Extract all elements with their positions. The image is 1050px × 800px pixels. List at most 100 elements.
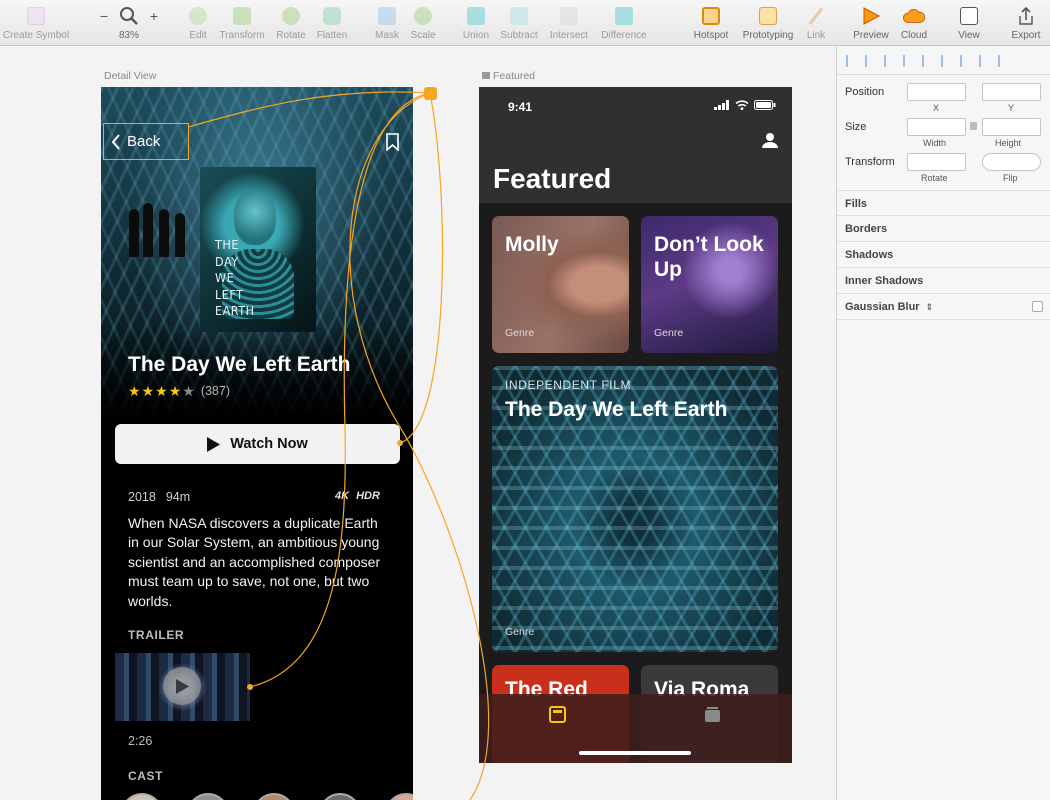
movie-title: The Day We Left Earth xyxy=(128,353,351,376)
scale-button[interactable]: Scale xyxy=(408,0,438,46)
cast-heading: CAST xyxy=(128,769,164,783)
shadows-section[interactable]: Shadows xyxy=(837,242,1050,268)
rotate-icon xyxy=(280,5,302,27)
subtract-button[interactable]: Subtract xyxy=(496,0,542,46)
watch-now-button[interactable]: Watch Now xyxy=(115,424,400,464)
status-time: 9:41 xyxy=(508,100,533,114)
featured-header: 9:41 Featured xyxy=(479,87,792,203)
difference-icon xyxy=(613,5,635,27)
align-middle-icon[interactable] xyxy=(922,54,935,67)
align-center-icon[interactable] xyxy=(865,54,878,67)
trailer-duration: 2:26 xyxy=(128,734,153,748)
star-icon: ★ xyxy=(155,383,168,399)
star-icon: ★ xyxy=(128,383,141,399)
position-label: Position xyxy=(845,86,885,98)
badge-hdr: HDR xyxy=(356,490,380,502)
gaussian-blur-section[interactable]: Gaussian Blur ⇕ xyxy=(837,294,1050,320)
trailer-thumbnail[interactable] xyxy=(115,653,250,721)
canvas[interactable]: Detail View Featured Back THE DAY WE LEF… xyxy=(0,47,836,800)
movie-poster: THE DAY WE LEFT EARTH xyxy=(200,167,316,332)
updown-chevron-icon[interactable]: ⇕ xyxy=(926,302,934,312)
borders-section[interactable]: Borders xyxy=(837,216,1050,242)
rating-count: (387) xyxy=(200,384,230,398)
star-icon: ★ xyxy=(141,383,155,399)
zoom-out-button[interactable]: − xyxy=(100,8,108,24)
cloud-button[interactable]: Cloud xyxy=(897,0,931,46)
wifi-icon xyxy=(735,100,749,110)
featured-artboard[interactable]: 9:41 Featured Molly Genre Don’t Look Up … xyxy=(479,87,792,763)
movie-card-featured[interactable]: INDEPENDENT FILM The Day We Left Earth G… xyxy=(492,366,778,652)
prototyping-button[interactable]: Prototyping xyxy=(738,0,798,46)
movie-card-dont-look-up[interactable]: Don’t Look Up Genre xyxy=(641,216,778,353)
flatten-button[interactable]: Flatten xyxy=(313,0,351,46)
status-bar-icons xyxy=(714,100,776,110)
create-symbol-button[interactable]: Create Symbol xyxy=(0,0,72,46)
zoom-in-button[interactable]: + xyxy=(150,8,158,24)
cast-avatar[interactable] xyxy=(187,793,229,800)
bookmark-icon[interactable] xyxy=(386,133,399,151)
format-badges: 4K HDR xyxy=(335,490,380,502)
edit-icon xyxy=(187,5,209,27)
tab-library-icon[interactable] xyxy=(704,706,721,723)
cast-avatar[interactable] xyxy=(385,793,413,800)
align-left-icon[interactable] xyxy=(846,54,859,67)
height-input[interactable] xyxy=(982,118,1041,136)
rotate-input[interactable] xyxy=(907,153,966,171)
distribute-vertical-icon[interactable] xyxy=(979,54,992,67)
rotate-button[interactable]: Rotate xyxy=(273,0,309,46)
position-x-input[interactable] xyxy=(907,83,966,101)
link-button[interactable]: Link xyxy=(804,0,828,46)
intersect-button[interactable]: Intersect xyxy=(546,0,592,46)
hotspot-icon xyxy=(700,5,722,27)
preview-button[interactable]: Preview xyxy=(851,0,891,46)
scale-icon xyxy=(412,5,434,27)
back-button[interactable]: Back xyxy=(103,123,189,160)
play-icon xyxy=(207,436,221,452)
trailer-heading: TRAILER xyxy=(128,628,185,642)
cast-avatar[interactable] xyxy=(319,793,361,800)
view-icon xyxy=(958,5,980,27)
inner-shadows-section[interactable]: Inner Shadows xyxy=(837,268,1050,294)
card-kicker: INDEPENDENT FILM xyxy=(505,378,632,392)
lock-icon[interactable] xyxy=(970,122,977,130)
tab-featured-icon[interactable] xyxy=(549,706,566,723)
preview-icon xyxy=(860,5,882,27)
artboard-label-detail[interactable]: Detail View xyxy=(104,70,156,82)
flip-control[interactable] xyxy=(982,153,1041,171)
profile-icon[interactable] xyxy=(762,132,778,148)
blur-checkbox[interactable] xyxy=(1032,301,1043,312)
align-extra-icon[interactable] xyxy=(998,54,1011,67)
subtract-icon xyxy=(508,5,530,27)
position-y-input[interactable] xyxy=(982,83,1041,101)
inspector-panel: Position X Y Size Width Height Transform… xyxy=(836,47,1050,800)
width-input[interactable] xyxy=(907,118,966,136)
cast-avatar[interactable] xyxy=(253,793,295,800)
alignment-toolbar xyxy=(837,47,1050,75)
align-right-icon[interactable] xyxy=(884,54,897,67)
intersect-icon xyxy=(558,5,580,27)
view-button[interactable]: View xyxy=(954,0,984,46)
detail-view-artboard[interactable]: Back THE DAY WE LEFT EARTH The Day We Le… xyxy=(101,87,413,800)
edit-button[interactable]: Edit xyxy=(183,0,213,46)
fills-section[interactable]: Fills xyxy=(837,190,1050,216)
export-icon xyxy=(1015,5,1037,27)
artboard-label-featured[interactable]: Featured xyxy=(482,70,535,82)
flag-icon xyxy=(482,72,490,79)
union-icon xyxy=(465,5,487,27)
link-icon xyxy=(805,5,827,27)
export-button[interactable]: Export xyxy=(1008,0,1044,46)
movie-card-molly[interactable]: Molly Genre xyxy=(492,216,629,353)
union-button[interactable]: Union xyxy=(460,0,492,46)
zoom-control[interactable]: − + 83% xyxy=(100,0,158,46)
difference-button[interactable]: Difference xyxy=(598,0,650,46)
release-year: 2018 xyxy=(128,490,156,504)
align-top-icon[interactable] xyxy=(903,54,916,67)
transform-button[interactable]: Transform xyxy=(216,0,268,46)
align-bottom-icon[interactable] xyxy=(941,54,954,67)
featured-title: Featured xyxy=(493,163,612,194)
hotspot-button[interactable]: Hotspot xyxy=(690,0,732,46)
distribute-horizontal-icon[interactable] xyxy=(960,54,973,67)
cast-avatar[interactable] xyxy=(121,793,163,800)
mask-button[interactable]: Mask xyxy=(372,0,402,46)
badge-4k: 4K xyxy=(335,490,350,502)
